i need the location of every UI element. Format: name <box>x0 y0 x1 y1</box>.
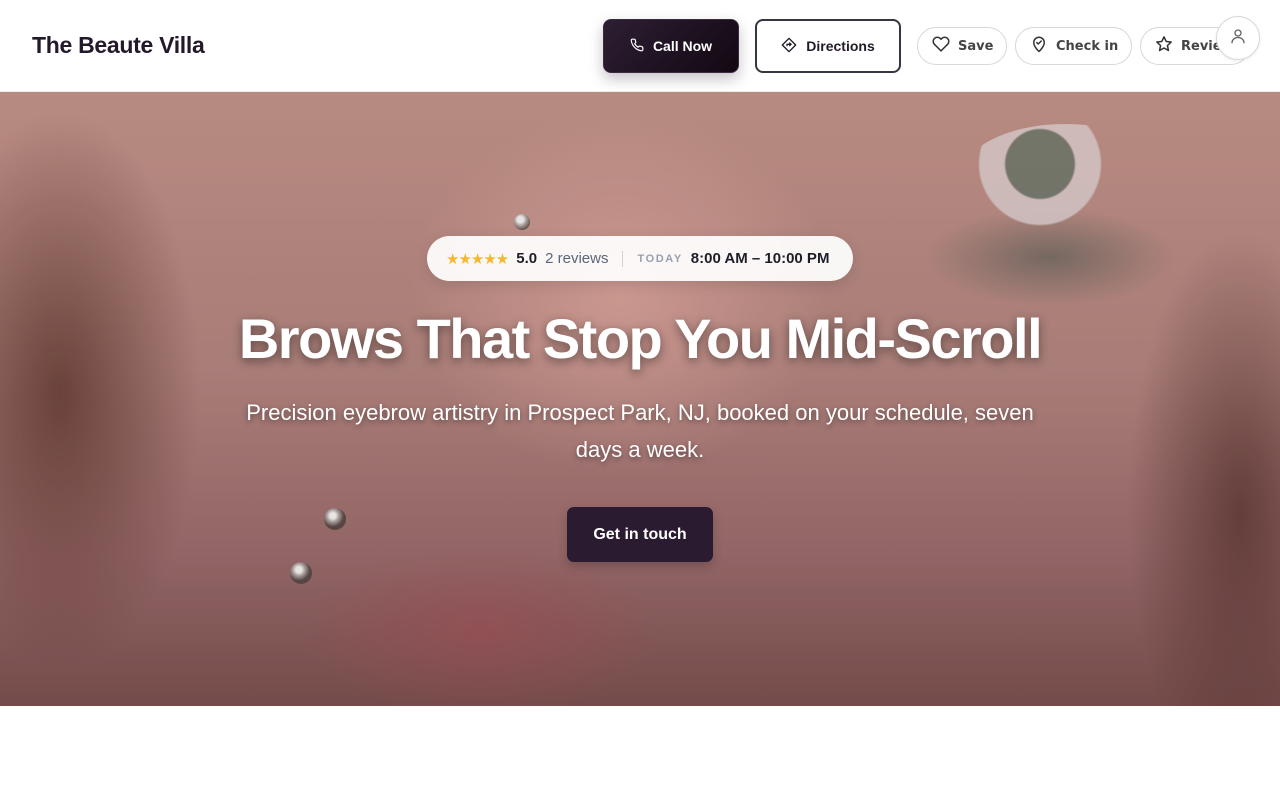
hero-section: ★★★★★ 5.0 2 reviews TODAY 8:00 AM – 10:0… <box>0 92 1280 706</box>
hero-title: Brows That Stop You Mid-Scroll <box>238 307 1043 370</box>
opening-hours: 8:00 AM – 10:00 PM <box>690 250 830 267</box>
site-header: The Beaute Villa Call Now Directions Sav… <box>0 0 1280 92</box>
call-now-label: Call Now <box>652 38 713 54</box>
save-button[interactable]: Save <box>917 27 1007 65</box>
user-icon <box>1229 27 1247 50</box>
rating-hours-badge: ★★★★★ 5.0 2 reviews TODAY 8:00 AM – 10:0… <box>427 236 853 281</box>
reviews-link[interactable]: 2 reviews <box>545 250 608 267</box>
star-icon <box>1155 35 1173 57</box>
account-button[interactable] <box>1216 16 1260 60</box>
badge-divider <box>622 250 624 267</box>
get-in-touch-button[interactable]: Get in touch <box>567 507 713 562</box>
rating-value: 5.0 <box>516 250 538 267</box>
phone-icon <box>630 38 644 55</box>
directions-button[interactable]: Directions <box>755 19 901 73</box>
hero-subtitle: Precision eyebrow artistry in Prospect P… <box>246 400 1034 462</box>
brand-name[interactable]: The Beaute Villa <box>32 32 205 59</box>
heart-icon <box>932 35 950 57</box>
save-label: Save <box>958 38 994 54</box>
check-in-button[interactable]: Check in <box>1015 27 1132 65</box>
today-label: TODAY <box>637 252 683 265</box>
map-pin-icon <box>1030 35 1048 57</box>
directions-label: Directions <box>806 38 875 54</box>
check-in-label: Check in <box>1056 38 1119 54</box>
directions-icon <box>781 37 797 56</box>
rating-stars: ★★★★★ <box>446 250 509 268</box>
call-now-button[interactable]: Call Now <box>603 19 739 73</box>
